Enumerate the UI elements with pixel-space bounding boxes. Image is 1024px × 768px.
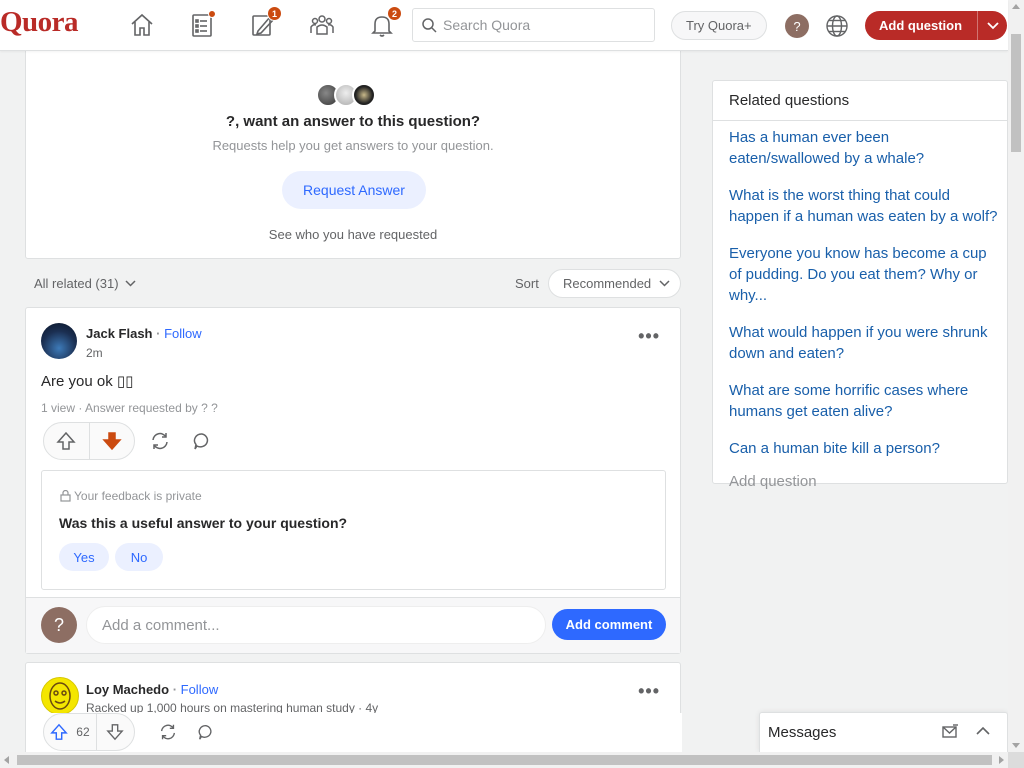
feedback-question: Was this a useful answer to your questio… (59, 515, 348, 531)
request-answer-card: ?, want an answer to this question? Requ… (25, 30, 681, 259)
all-related-filter[interactable]: All related (31) (34, 276, 136, 291)
requested-user-avatars (316, 83, 376, 107)
vertical-scrollbar-thumb[interactable] (1011, 34, 1021, 152)
comment-icon[interactable] (194, 720, 218, 744)
answer-action-bar: 62 (26, 713, 682, 753)
search-icon (422, 18, 437, 33)
comment-bar: ? Add comment (26, 597, 680, 653)
scroll-left-arrow-icon[interactable] (4, 756, 9, 764)
add-comment-button[interactable]: Add comment (552, 609, 666, 640)
scroll-down-arrow-icon[interactable] (1012, 743, 1020, 748)
sort-label: Sort (515, 276, 539, 291)
language-globe-icon[interactable] (824, 13, 850, 39)
related-question-link[interactable]: Has a human ever been eaten/swallowed by… (729, 127, 1007, 169)
related-question-link[interactable]: Everyone you know has become a cup of pu… (729, 243, 1007, 306)
avatar: ? (41, 607, 77, 643)
sort-dropdown[interactable]: Recommended (548, 269, 681, 298)
feedback-yes-button[interactable]: Yes (59, 543, 109, 571)
answer-time[interactable]: 2m (86, 346, 103, 360)
comment-input-box[interactable] (86, 606, 546, 644)
related-question-link[interactable]: Can a human bite kill a person? (729, 438, 1007, 459)
upvote-arrow-icon (56, 431, 76, 450)
request-subtitle: Requests help you get answers to your qu… (212, 138, 494, 153)
request-answer-button[interactable]: Request Answer (282, 171, 426, 209)
related-questions-panel: Related questions Has a human ever been … (712, 80, 1008, 490)
answer-feedback-box: Your feedback is private Was this a usef… (41, 470, 666, 590)
downvote-button[interactable] (97, 714, 134, 750)
search-box[interactable] (412, 8, 655, 42)
notifications-badge: 2 (387, 6, 402, 21)
quora-logo[interactable]: Quora (0, 6, 79, 39)
upvote-button[interactable] (44, 423, 90, 459)
related-add-question-link[interactable]: Add question (729, 473, 1007, 490)
chevron-down-icon[interactable] (977, 11, 1007, 40)
vertical-scrollbar[interactable] (1008, 0, 1024, 752)
request-title: ?, want an answer to this question? (225, 113, 481, 130)
lock-icon (60, 490, 71, 502)
answer-card: Loy Machedo · Follow Racked up 1,000 hou… (25, 662, 682, 762)
share-reshare-icon[interactable] (148, 429, 172, 453)
answer-badge: 1 (267, 6, 282, 21)
answer-meta: 1 view · Answer requested by ? ? (41, 401, 218, 415)
downvote-arrow-icon (106, 724, 125, 741)
author-name[interactable]: Jack Flash (86, 326, 153, 341)
search-input[interactable] (443, 17, 643, 33)
feedback-private-label: Your feedback is private (74, 489, 202, 503)
answer-icon[interactable]: 1 (242, 6, 282, 42)
compose-message-icon[interactable] (941, 723, 959, 741)
scrollbar-corner (1008, 752, 1024, 768)
following-unread-dot (208, 10, 216, 18)
avatar[interactable] (41, 677, 79, 715)
more-options-icon[interactable]: ••• (638, 326, 660, 347)
top-navigation-bar: Quora 1 2 Try Quora+ ? Add question (0, 0, 1008, 51)
related-questions-title: Related questions (713, 81, 1007, 121)
answer-author: Jack Flash · Follow (86, 326, 202, 341)
scroll-right-arrow-icon[interactable] (999, 756, 1004, 764)
upvote-arrow-icon (50, 723, 69, 740)
author-name[interactable]: Loy Machedo (86, 682, 169, 697)
answer-text: Are you ok ▯▯ (41, 373, 134, 390)
home-icon[interactable] (122, 8, 162, 42)
comment-icon[interactable] (190, 429, 214, 453)
related-question-link[interactable]: What are some horrific cases where human… (729, 380, 1007, 422)
chevron-down-icon (659, 280, 670, 287)
following-icon[interactable] (182, 8, 222, 42)
upvote-count: 62 (76, 725, 90, 739)
vote-controls (43, 422, 135, 460)
notifications-bell-icon[interactable]: 2 (362, 6, 402, 42)
add-question-button[interactable]: Add question (865, 11, 1007, 40)
messages-dock[interactable]: Messages (759, 712, 1008, 752)
profile-avatar[interactable]: ? (785, 14, 809, 38)
avatar[interactable] (41, 323, 77, 359)
add-question-label: Add question (879, 18, 963, 33)
feedback-no-button[interactable]: No (115, 543, 163, 571)
share-reshare-icon[interactable] (156, 720, 180, 744)
chevron-down-icon (125, 280, 136, 287)
downvote-arrow-icon (102, 432, 122, 451)
sort-value: Recommended (563, 276, 652, 291)
avatar (352, 83, 376, 107)
more-options-icon[interactable]: ••• (638, 681, 660, 702)
messages-label: Messages (768, 724, 837, 741)
horizontal-scrollbar-thumb[interactable] (17, 755, 992, 765)
answer-author: Loy Machedo · Follow (86, 682, 219, 697)
related-questions-list: Has a human ever been eaten/swallowed by… (713, 121, 1007, 490)
answer-card: Jack Flash · Follow 2m ••• Are you ok ▯▯… (25, 307, 681, 654)
spaces-icon[interactable] (302, 8, 342, 42)
follow-link[interactable]: Follow (164, 326, 202, 341)
related-question-link[interactable]: What would happen if you were shrunk dow… (729, 322, 1007, 364)
see-who-requested-link[interactable]: See who you have requested (26, 227, 680, 242)
vote-controls: 62 (43, 713, 135, 751)
upvote-button[interactable]: 62 (44, 714, 97, 750)
horizontal-scrollbar[interactable] (0, 752, 1008, 768)
comment-input[interactable] (102, 616, 522, 634)
try-quora-plus-button[interactable]: Try Quora+ (671, 11, 767, 40)
scroll-up-arrow-icon[interactable] (1012, 4, 1020, 9)
downvote-button[interactable] (90, 423, 135, 459)
related-question-link[interactable]: What is the worst thing that could happe… (729, 185, 1007, 227)
all-related-label: All related (31) (34, 276, 119, 291)
feedback-private-note: Your feedback is private (60, 489, 202, 503)
chevron-up-icon[interactable] (975, 723, 991, 739)
follow-link[interactable]: Follow (181, 682, 219, 697)
